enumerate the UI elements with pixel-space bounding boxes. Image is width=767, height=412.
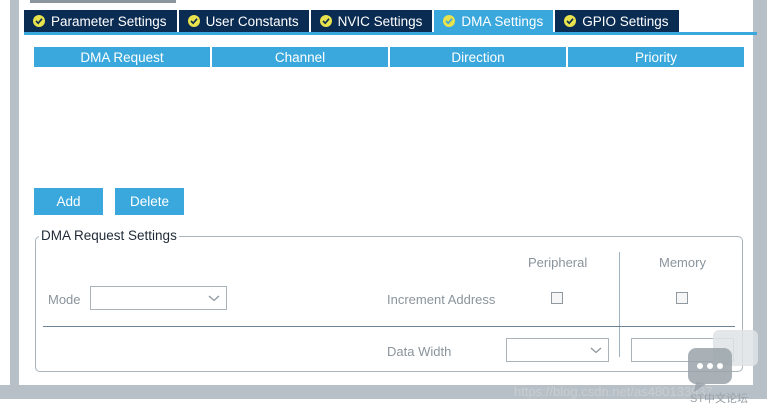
check-circle-icon	[443, 15, 456, 27]
tab-gpio-settings[interactable]: GPIO Settings	[555, 10, 679, 32]
increment-address-label: Increment Address	[387, 292, 496, 307]
tab-underline	[24, 32, 757, 35]
top-strip	[30, 0, 176, 3]
column-header-channel[interactable]: Channel	[212, 47, 388, 67]
dma-request-table-body[interactable]	[34, 67, 744, 179]
tab-label: Parameter Settings	[51, 13, 167, 29]
column-divider	[619, 252, 620, 357]
peripheral-data-width-select[interactable]	[506, 338, 609, 362]
memory-increment-checkbox[interactable]	[676, 292, 688, 304]
settings-tab-bar: Parameter Settings User Constants NVIC S…	[24, 10, 681, 32]
tab-label: DMA Settings	[461, 13, 544, 29]
memory-column-label: Memory	[659, 255, 706, 270]
chevron-down-icon	[590, 347, 602, 354]
tab-user-constants[interactable]: User Constants	[178, 10, 309, 32]
left-frame-bar	[10, 0, 19, 385]
delete-button[interactable]: Delete	[115, 188, 184, 215]
watermark-url: https://blog.csdn.net/as480133937	[514, 384, 713, 399]
add-button[interactable]: Add	[34, 188, 103, 215]
chevron-down-icon	[208, 295, 220, 302]
peripheral-increment-checkbox[interactable]	[551, 292, 563, 304]
tab-label: NVIC Settings	[337, 13, 423, 29]
peripheral-column-label: Peripheral	[528, 255, 588, 270]
data-width-label: Data Width	[387, 344, 452, 359]
mode-label: Mode	[48, 292, 81, 307]
group-title: DMA Request Settings	[39, 228, 179, 243]
forum-label: ST中文论坛	[690, 393, 749, 405]
column-header-dma-request[interactable]: DMA Request	[34, 47, 210, 67]
check-circle-icon	[319, 15, 332, 27]
column-header-direction[interactable]: Direction	[390, 47, 566, 67]
dma-request-table-header: DMA Request Channel Direction Priority	[34, 47, 744, 67]
tab-nvic-settings[interactable]: NVIC Settings	[310, 10, 433, 32]
check-circle-icon	[564, 15, 577, 27]
right-frame-bar	[753, 0, 767, 385]
check-circle-icon	[187, 15, 200, 27]
column-header-priority[interactable]: Priority	[568, 47, 744, 67]
check-circle-icon	[33, 15, 45, 27]
tab-parameter-settings[interactable]: Parameter Settings	[24, 10, 177, 32]
tab-label: GPIO Settings	[582, 13, 669, 29]
tab-label: User Constants	[205, 13, 299, 29]
mode-select[interactable]	[90, 286, 227, 310]
settings-divider	[43, 326, 735, 327]
tab-dma-settings[interactable]: DMA Settings	[434, 10, 554, 32]
